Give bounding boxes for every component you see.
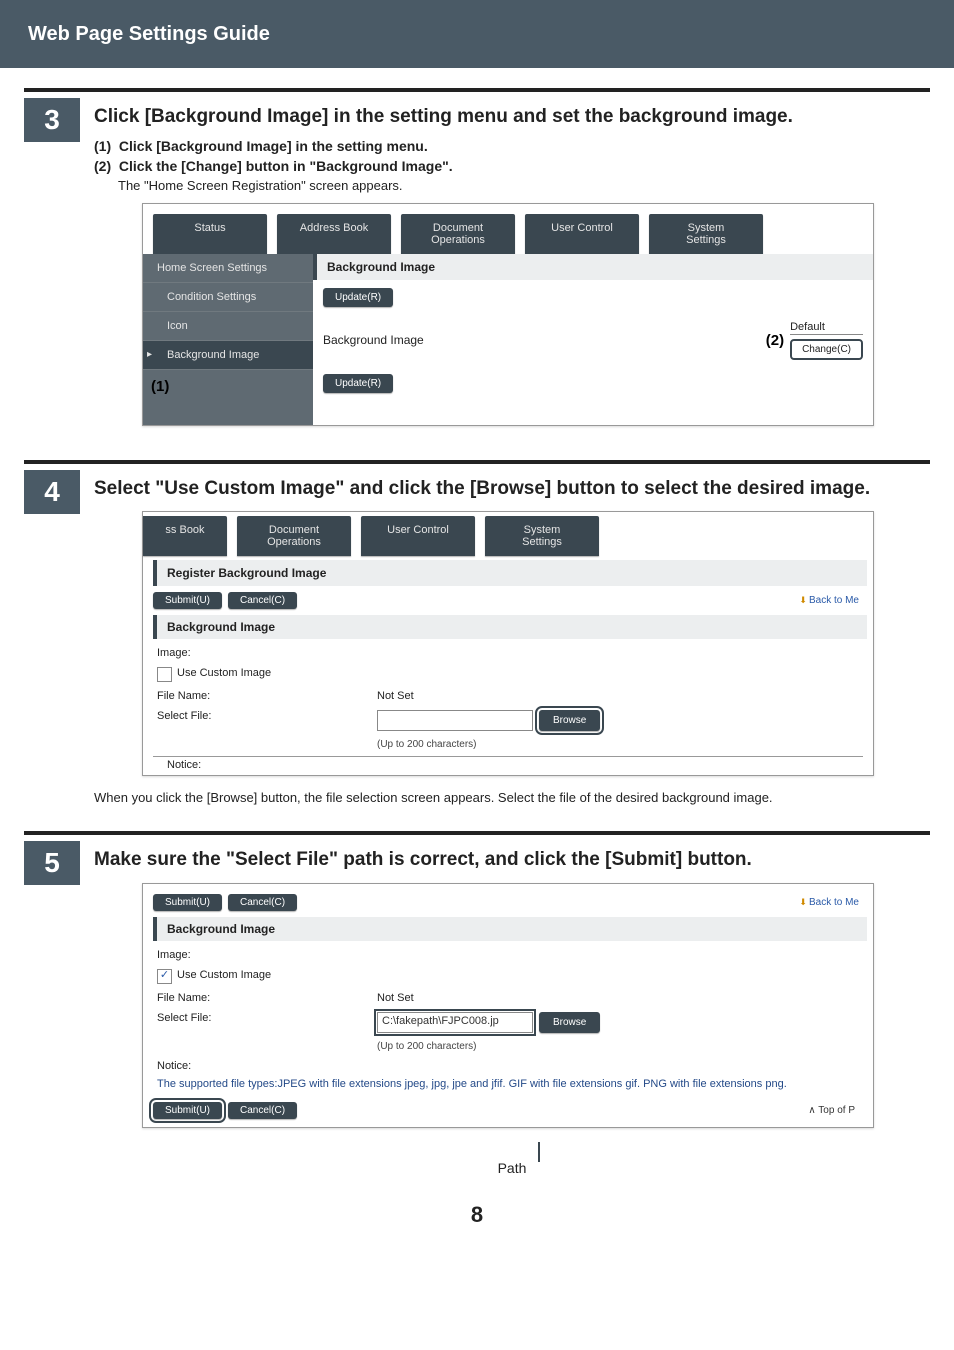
step3-sub1: (1) Click [Background Image] in the sett… [94, 138, 930, 154]
tab-address-book[interactable]: Address Book [277, 214, 391, 254]
step3-screenshot: Status Address Book Document Operations … [142, 203, 874, 426]
divider [24, 460, 930, 464]
sidebar: Home Screen Settings Condition Settings … [143, 254, 313, 425]
sidebar-item-condition[interactable]: Condition Settings [143, 283, 313, 312]
notice-text: The supported file types:JPEG with file … [143, 1076, 873, 1092]
file-name-value: Not Set [377, 992, 414, 1004]
update-button-top[interactable]: Update(R) [323, 288, 393, 307]
tab-system-settings[interactable]: System Settings [649, 214, 763, 254]
sidebar-item-home[interactable]: Home Screen Settings [143, 254, 313, 283]
step-number-5: 5 [24, 841, 80, 885]
browse-button[interactable]: Browse [539, 1012, 600, 1033]
divider [24, 831, 930, 835]
use-custom-label: Use Custom Image [177, 969, 271, 984]
tab-user-control[interactable]: User Control [525, 214, 639, 254]
sidebar-item-label: Background Image [167, 349, 259, 361]
file-path-input[interactable]: C:\fakepath\FJPC008.jp [377, 1012, 533, 1033]
tab-doc-ops[interactable]: Document Operations [401, 214, 515, 254]
panel-subtitle-bg: Background Image [153, 615, 867, 639]
tab-user-control[interactable]: User Control [361, 516, 475, 556]
use-custom-label: Use Custom Image [177, 667, 271, 682]
sidebar-item-background[interactable]: ▸ Background Image [143, 341, 313, 370]
panel-title-register: Register Background Image [153, 560, 867, 586]
file-path-input[interactable] [377, 710, 533, 731]
change-button[interactable]: Change(C) [790, 339, 863, 360]
submit-button-bottom[interactable]: Submit(U) [153, 1102, 222, 1119]
step3-sub2: (2) Click the [Change] button in "Backgr… [94, 158, 930, 174]
page-title: Web Page Settings Guide [28, 23, 270, 46]
panel-subtitle-bg: Background Image [153, 917, 867, 941]
step3-body: The "Home Screen Registration" screen ap… [118, 178, 930, 193]
select-file-label: Select File: [157, 710, 377, 731]
tab-system-settings[interactable]: System Settings [485, 516, 599, 556]
tabs-row: Status Address Book Document Operations … [143, 204, 873, 254]
cancel-button-top[interactable]: Cancel(C) [228, 894, 297, 911]
tabs-row: ss Book Document Operations User Control… [143, 512, 873, 556]
page-number: 8 [24, 1202, 930, 1228]
file-name-label: File Name: [157, 992, 377, 1004]
header-bar: Web Page Settings Guide [0, 0, 954, 68]
back-link[interactable]: Back to Me [799, 897, 859, 908]
use-custom-checkbox[interactable] [157, 667, 172, 682]
browse-button[interactable]: Browse [539, 710, 600, 731]
cancel-button[interactable]: Cancel(C) [228, 592, 297, 609]
step4-caption: When you click the [Browse] button, the … [94, 790, 930, 805]
image-label: Image: [157, 949, 377, 961]
select-file-label: Select File: [157, 1012, 377, 1033]
cancel-button-bottom[interactable]: Cancel(C) [228, 1102, 297, 1119]
image-label: Image: [157, 647, 377, 659]
notice-label: Notice: [157, 1060, 191, 1072]
annotation-2: (2) [766, 332, 784, 349]
notice-label: Notice: [167, 759, 201, 771]
update-button-bottom[interactable]: Update(R) [323, 374, 393, 393]
step5-title: Make sure the "Select File" path is corr… [94, 847, 930, 873]
file-name-value: Not Set [377, 690, 414, 702]
top-of-page-link[interactable]: ∧ Top of P [808, 1105, 855, 1116]
path-callout-line [538, 1142, 930, 1162]
submit-button[interactable]: Submit(U) [153, 592, 222, 609]
file-name-label: File Name: [157, 690, 377, 702]
char-limit-hint: (Up to 200 characters) [377, 739, 477, 750]
tab-doc-ops[interactable]: Document Operations [237, 516, 351, 556]
step5-screenshot: Submit(U) Cancel(C) Back to Me Backgroun… [142, 883, 874, 1128]
step4-title: Select "Use Custom Image" and click the … [94, 476, 930, 502]
char-limit-hint: (Up to 200 characters) [377, 1041, 477, 1052]
panel-title-bg: Background Image [313, 254, 873, 280]
tab-status[interactable]: Status [153, 214, 267, 254]
sidebar-item-icon-menu[interactable]: Icon [143, 312, 313, 341]
step-number-4: 4 [24, 470, 80, 514]
step4-screenshot: ss Book Document Operations User Control… [142, 511, 874, 776]
submit-button-top[interactable]: Submit(U) [153, 894, 222, 911]
use-custom-checkbox-checked[interactable]: ✓ [157, 969, 172, 984]
default-label: Default [790, 321, 863, 335]
step-number-3: 3 [24, 98, 80, 142]
bg-image-label: Background Image [323, 333, 523, 347]
back-link[interactable]: Back to Me [799, 595, 859, 606]
divider [24, 88, 930, 92]
path-callout-label: Path [94, 1160, 930, 1176]
annotation-1: (1) [143, 370, 313, 413]
step3-title: Click [Background Image] in the setting … [94, 104, 930, 130]
chevron-right-icon: ▸ [147, 349, 152, 360]
tab-address-book-cut[interactable]: ss Book [143, 516, 227, 556]
